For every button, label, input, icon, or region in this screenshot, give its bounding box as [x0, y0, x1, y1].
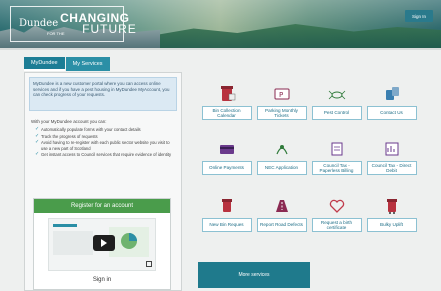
play-button[interactable] — [93, 235, 115, 251]
service-label: Contact Us — [366, 106, 417, 120]
service-tile-council-tax-paperless[interactable]: Council Tax - Paperless Billing — [309, 139, 364, 185]
service-label: Bin Collection Calendar — [201, 106, 252, 121]
service-tile-road-defects[interactable]: Report Road Defects — [254, 196, 309, 242]
fullscreen-icon[interactable] — [146, 261, 152, 267]
service-label: NEC Application — [256, 161, 307, 175]
list-item: ✓ Get instant access to Council services … — [35, 152, 175, 158]
video-player[interactable] — [48, 218, 156, 271]
feature-list: ✓ Automatically populate forms with your … — [35, 126, 175, 159]
service-tile-online-payments[interactable]: Online Payments — [199, 139, 254, 185]
road-defects-icon — [269, 196, 295, 216]
service-tile-parking[interactable]: P Parking Monthly Tickets — [254, 84, 309, 130]
service-label: New Bin Reques — [201, 218, 252, 232]
tab-mydundee[interactable]: MyDundee — [24, 57, 65, 71]
logo-future-text: FUTURE — [82, 22, 137, 36]
feature-text: Automatically populate forms with your c… — [41, 127, 141, 132]
service-label: Report Road Defects — [256, 218, 307, 232]
logo[interactable]: Dundee CHANGING FUTURE FOR THE — [10, 6, 136, 42]
service-label: Parking Monthly Tickets — [256, 106, 307, 121]
intro-text: MyDundee is a new customer portal where … — [29, 77, 177, 111]
birth-certificate-icon — [324, 196, 350, 216]
register-button[interactable]: Register for an account — [34, 199, 170, 213]
list-item: ✓ Track the progress of requests — [35, 133, 175, 139]
service-tile-new-bin[interactable]: New Bin Reques — [199, 196, 254, 242]
council-tax-debit-icon — [379, 139, 405, 159]
service-tile-bulky-uplift[interactable]: Bulky Uplift — [364, 196, 419, 242]
online-payments-icon — [214, 139, 240, 159]
service-label: Council Tax - Paperless Billing — [311, 161, 362, 176]
left-panel: MyDundee is a new customer portal where … — [24, 72, 182, 291]
tab-my-services[interactable]: My Services — [65, 57, 110, 71]
service-tile-bin-collection[interactable]: Bin Collection Calendar — [199, 84, 254, 130]
video-form-area — [53, 231, 93, 255]
nec-application-icon — [269, 139, 295, 159]
council-tax-paperless-icon — [324, 139, 350, 159]
bin-calendar-icon — [214, 84, 240, 104]
service-label: Pest Control — [311, 106, 362, 120]
new-bin-icon — [214, 196, 240, 216]
list-item: ✓ Automatically populate forms with your … — [35, 126, 175, 132]
service-tile-birth-certificate[interactable]: Request a birth certificate — [309, 196, 364, 242]
more-services-button[interactable]: More services — [198, 262, 310, 288]
contact-us-icon — [379, 84, 405, 104]
sign-in-link[interactable]: Sign in — [34, 277, 170, 283]
logo-dundee-text: Dundee — [19, 18, 59, 29]
service-tile-pest-control[interactable]: Pest Control — [309, 84, 364, 130]
header-banner: Dundee CHANGING FUTURE FOR THE Sign In — [0, 0, 441, 48]
feature-text: Avoid having to re-register with each pu… — [41, 140, 170, 151]
tab-bar: MyDundee My Services — [24, 57, 111, 71]
service-label: Council Tax - Direct Debit — [366, 161, 417, 176]
header-sign-in-button[interactable]: Sign In — [405, 10, 433, 22]
logo-tag-text: FOR THE — [47, 31, 65, 36]
pie-chart-icon — [121, 233, 137, 249]
service-label: Online Payments — [201, 161, 252, 175]
svg-text:P: P — [279, 91, 283, 99]
video-header-bar — [53, 224, 77, 227]
features-heading: With your MyDundee account you can: — [31, 119, 107, 124]
service-tile-council-tax-debit[interactable]: Council Tax - Direct Debit — [364, 139, 419, 185]
service-tile-nec-application[interactable]: NEC Application — [254, 139, 309, 185]
service-label: Bulky Uplift — [366, 218, 417, 232]
register-box: Register for an account Sign in — [33, 198, 171, 290]
feature-text: Track the progress of requests — [41, 133, 98, 139]
parking-ticket-icon: P — [269, 84, 295, 104]
service-label: Request a birth certificate — [311, 218, 362, 233]
list-item: ✓ Avoid having to re-register with each p… — [35, 140, 175, 151]
feature-text: Get instant access to Council services t… — [41, 152, 172, 158]
bulky-uplift-icon — [379, 196, 405, 216]
service-tile-contact-us[interactable]: Contact Us — [364, 84, 419, 130]
pest-control-icon — [324, 84, 350, 104]
play-icon — [101, 239, 107, 247]
